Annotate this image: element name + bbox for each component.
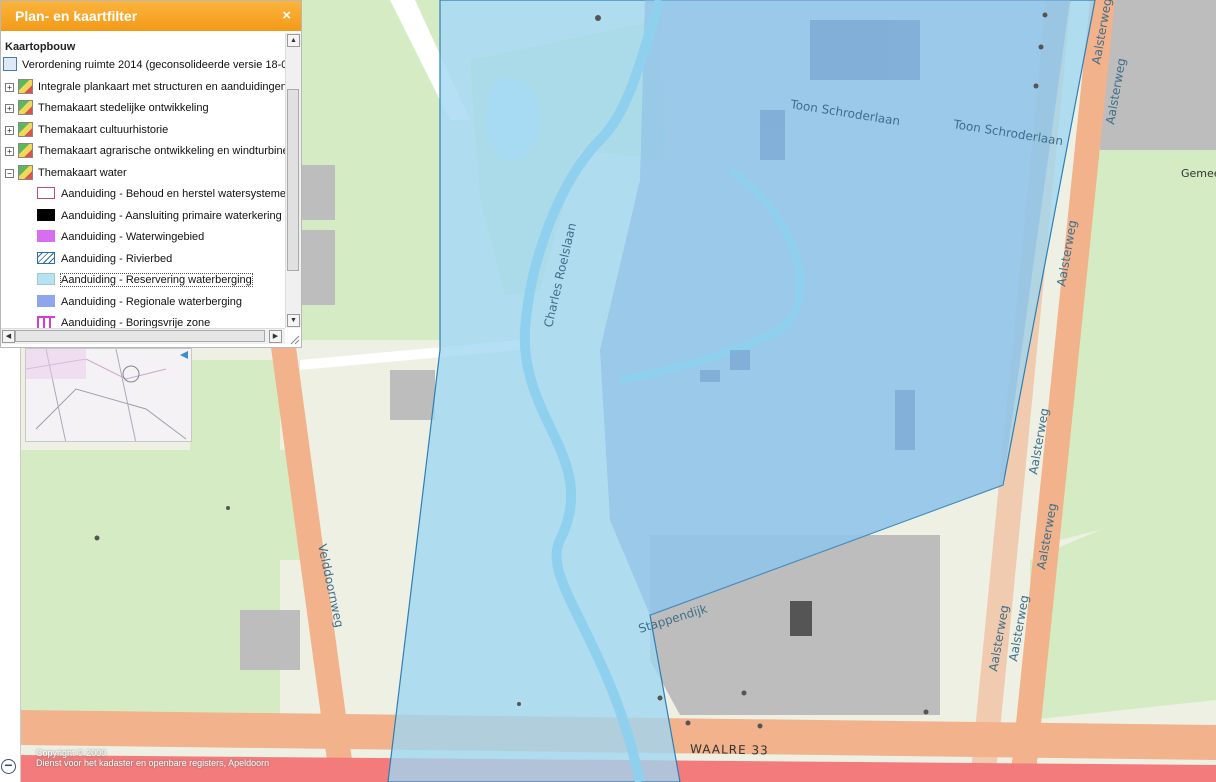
- expand-icon[interactable]: +: [5, 104, 14, 113]
- panel-title: Plan- en kaartfilter: [15, 8, 138, 24]
- map-layer-icon: [18, 100, 33, 115]
- scroll-right-icon[interactable]: ▶: [269, 330, 282, 343]
- legend-item[interactable]: Aanduiding - Rivierbed: [1, 249, 285, 271]
- plan-kaartfilter-panel: Plan- en kaartfilter × Kaartopbouw Veror…: [0, 0, 302, 348]
- root-layer-label: Verordening ruimte 2014 (geconsolideerde…: [22, 59, 285, 71]
- place-label: Gemee: [1181, 167, 1216, 180]
- legend-item[interactable]: Aanduiding - Reservering waterberging: [1, 270, 285, 292]
- resize-grip-icon[interactable]: [288, 333, 300, 345]
- scroll-thumb[interactable]: [287, 89, 299, 271]
- layer-tree: Kaartopbouw Verordening ruimte 2014 (gec…: [1, 33, 285, 328]
- theme-label: Integrale plankaart met structuren en aa…: [38, 80, 285, 93]
- legend-label: Aanduiding - Aansluiting primaire waterk…: [61, 209, 282, 222]
- legend-swatch: [37, 316, 55, 328]
- map-layer-icon: [18, 143, 33, 158]
- legend-item[interactable]: Aanduiding - Regionale waterberging: [1, 292, 285, 314]
- theme-item[interactable]: + Themakaart stedelijke ontwikkeling: [1, 98, 285, 120]
- checker-marker: [790, 601, 812, 636]
- legend-item[interactable]: Aanduiding - Behoud en herstel watersyst…: [1, 184, 285, 206]
- theme-item[interactable]: + Integrale plankaart met structuren en …: [1, 77, 285, 99]
- root-layer-item[interactable]: Verordening ruimte 2014 (geconsolideerde…: [1, 55, 285, 77]
- legend-swatch: [37, 251, 55, 264]
- legend-item[interactable]: Aanduiding - Aansluiting primaire waterk…: [1, 206, 285, 228]
- legend-label: Aanduiding - Boringsvrije zone: [61, 317, 211, 328]
- theme-item[interactable]: + Themakaart cultuurhistorie: [1, 120, 285, 142]
- map-layer-icon: [18, 164, 33, 180]
- legend-label: Aanduiding - Behoud en herstel watersyst…: [61, 188, 285, 200]
- overview-map[interactable]: [25, 348, 192, 442]
- horizontal-scrollbar[interactable]: ◀ ▶: [1, 328, 285, 344]
- theme-label: Themakaart cultuurhistorie: [38, 123, 169, 136]
- expand-icon[interactable]: +: [5, 125, 14, 135]
- section-title: Kaartopbouw: [5, 41, 76, 53]
- scroll-left-icon[interactable]: ◀: [2, 330, 15, 343]
- copyright-text: Copyright © 2009 Dienst voor het kadaste…: [36, 748, 269, 768]
- theme-label: Themakaart agrarische ontwikkeling en wi…: [38, 145, 285, 157]
- legend-label: Aanduiding - Reservering waterberging: [60, 273, 253, 287]
- legend-swatch: [37, 230, 55, 242]
- scroll-up-icon[interactable]: ▲: [287, 34, 300, 47]
- zoom-out-button[interactable]: −: [1, 758, 16, 774]
- copyright-line: Dienst voor het kadaster en openbare reg…: [36, 758, 270, 768]
- expand-icon[interactable]: +: [5, 82, 14, 92]
- map-layer-icon: [18, 121, 33, 137]
- scroll-thumb[interactable]: [15, 330, 265, 342]
- legend-swatch: [37, 208, 55, 221]
- legend-label: Aanduiding - Rivierbed: [61, 252, 173, 265]
- legend-label: Aanduiding - Regionale waterberging: [61, 295, 243, 308]
- overview-map-graphic: [26, 349, 191, 441]
- legend-swatch: [37, 187, 55, 199]
- legend-label: Aanduiding - Waterwingebied: [61, 231, 205, 243]
- theme-label: Themakaart water: [38, 166, 127, 179]
- theme-label: Themakaart stedelijke ontwikkeling: [38, 102, 209, 114]
- layers-icon: [3, 57, 17, 71]
- panel-header: Plan- en kaartfilter ×: [1, 1, 301, 31]
- road-number-label: WAALRE 33: [690, 742, 769, 757]
- vertical-scrollbar[interactable]: ▲ ▼: [285, 33, 301, 328]
- expand-icon[interactable]: +: [5, 147, 14, 156]
- legend-item[interactable]: Aanduiding - Waterwingebied: [1, 227, 285, 249]
- legend-item[interactable]: Aanduiding - Boringsvrije zone: [1, 313, 285, 328]
- legend-swatch: [37, 294, 55, 307]
- theme-item[interactable]: − Themakaart water: [1, 163, 285, 185]
- theme-item[interactable]: + Themakaart agrarische ontwikkeling en …: [1, 141, 285, 163]
- scroll-down-icon[interactable]: ▼: [287, 314, 300, 327]
- left-toolbar: [0, 348, 21, 782]
- close-icon[interactable]: ×: [282, 1, 291, 31]
- legend-swatch: [37, 273, 55, 285]
- copyright-line: Copyright © 2009: [36, 748, 107, 758]
- overview-collapse-icon[interactable]: [180, 351, 188, 359]
- collapse-icon[interactable]: −: [5, 168, 14, 178]
- map-layer-icon: [18, 78, 33, 94]
